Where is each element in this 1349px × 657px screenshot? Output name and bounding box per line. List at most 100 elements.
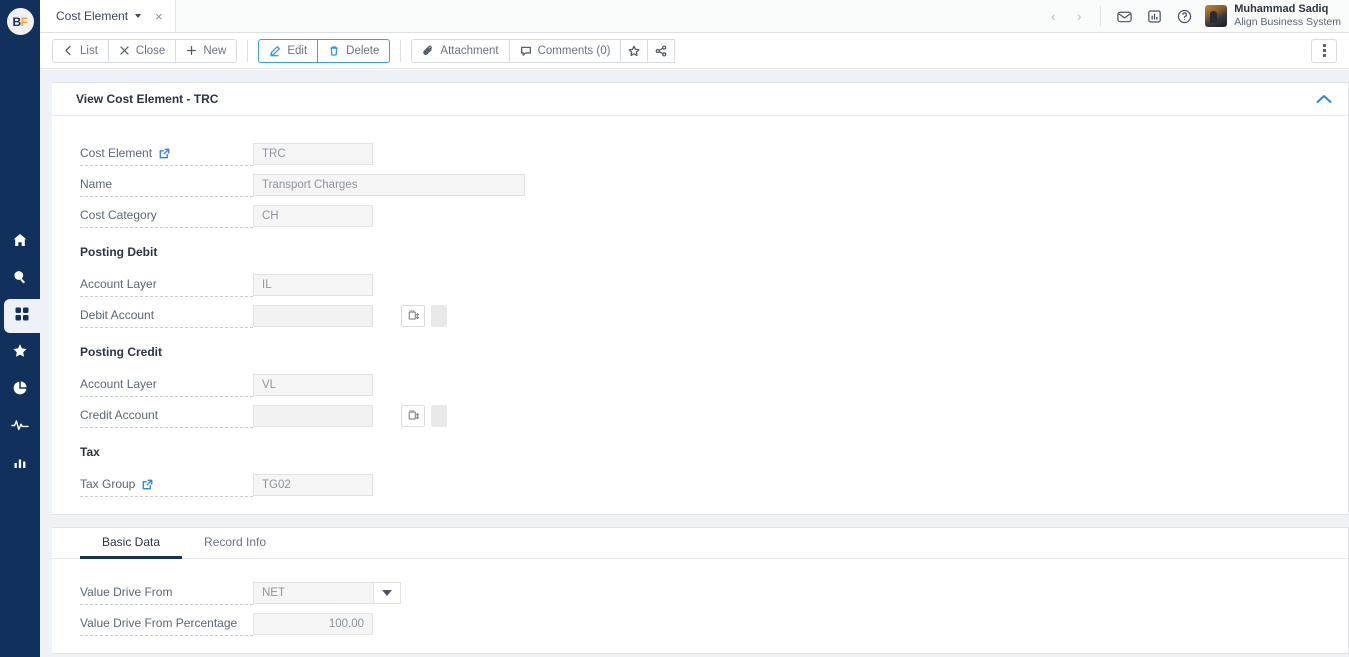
logo-letter-b: B (12, 14, 21, 29)
chevron-down-icon[interactable] (135, 14, 142, 18)
edit-button-label: Edit (287, 44, 308, 57)
chevron-up-icon[interactable] (1316, 94, 1332, 104)
help-icon[interactable] (1169, 0, 1199, 33)
list-button-label: List (80, 44, 98, 57)
star-icon (12, 343, 28, 364)
dropdown-arrow-icon[interactable] (373, 581, 401, 604)
delete-button[interactable]: Delete (317, 38, 391, 63)
user-profile[interactable]: Muhammad Sadiq Align Business System (1205, 3, 1341, 28)
record-nav-button-group: List Close New (52, 38, 238, 63)
credit-account-input[interactable] (253, 404, 373, 427)
field-row-credit-account-layer: Account Layer VL (80, 369, 1348, 400)
tab-record-info-label: Record Info (204, 535, 267, 549)
close-icon[interactable]: × (155, 10, 163, 23)
value-drive-from-select[interactable]: NET (253, 581, 401, 604)
edit-button[interactable]: Edit (258, 38, 319, 63)
favorite-button[interactable] (620, 38, 649, 63)
debit-account-layer-input[interactable]: IL (253, 273, 373, 296)
sidebar-item-favorites[interactable] (3, 336, 37, 370)
sidebar-item-apps[interactable] (4, 299, 40, 333)
credit-account-label: Credit Account (80, 408, 159, 422)
sidebar-item-search[interactable] (3, 262, 37, 296)
field-row-credit-account: Credit Account (80, 400, 1348, 431)
cost-category-label: Cost Category (80, 208, 157, 222)
field-row-tax-group: Tax Group TG02 (80, 469, 1348, 500)
search-icon (12, 269, 28, 290)
sidebar-item-home[interactable] (3, 225, 37, 259)
debit-account-input[interactable] (253, 304, 373, 327)
page-canvas: View Cost Element - TRC Cost Element TRC (40, 70, 1349, 657)
debit-account-lookup-icon[interactable] (401, 304, 425, 327)
logo-letter-f: F (20, 14, 28, 29)
detail-tabs-panel: Basic Data Record Info Value Drive From … (52, 527, 1349, 654)
field-row-debit-account-layer: Account Layer IL (80, 269, 1348, 300)
tax-group-label-wrap: Tax Group (80, 473, 253, 497)
new-button[interactable]: New (175, 38, 238, 63)
cost-category-input[interactable]: CH (253, 204, 373, 227)
tax-group-input[interactable]: TG02 (253, 473, 373, 496)
sidebar-item-activity[interactable] (3, 410, 37, 444)
tax-heading: Tax (80, 445, 100, 459)
panel-body: Cost Element TRC Name Transport Charges … (52, 116, 1348, 514)
tax-group-label: Tax Group (80, 477, 136, 491)
cost-element-panel: View Cost Element - TRC Cost Element TRC (52, 82, 1349, 515)
value-drive-from-value[interactable]: NET (253, 581, 373, 604)
kebab-dot (1322, 49, 1326, 52)
value-drive-from-percentage-input[interactable]: 100.00 (253, 612, 373, 635)
kebab-icon[interactable] (1311, 38, 1337, 63)
pulse-icon (11, 417, 29, 438)
header-spacer (176, 0, 1041, 32)
left-nav-rail: BF (0, 0, 40, 657)
list-button[interactable]: List (52, 38, 109, 63)
debit-account-secondary-button[interactable] (431, 304, 447, 327)
document-tab-strip: Cost Element × (40, 0, 176, 32)
sidebar-item-reports[interactable] (3, 373, 37, 407)
comments-button[interactable]: Comments (0) (508, 38, 622, 63)
grid-icon (14, 306, 30, 327)
credit-account-lookup-icon[interactable] (401, 404, 425, 427)
debit-account-layer-label: Account Layer (80, 277, 157, 291)
document-tab-cost-element[interactable]: Cost Element × (40, 0, 176, 32)
credit-account-layer-input[interactable]: VL (253, 373, 373, 396)
name-label: Name (80, 177, 113, 191)
field-row-debit-account: Debit Account (80, 300, 1348, 331)
attachment-button[interactable]: Attachment (411, 38, 510, 63)
value-drive-from-label: Value Drive From (80, 585, 173, 599)
tab-basic-data-label: Basic Data (102, 535, 161, 549)
comments-button-label: Comments (0) (537, 44, 611, 57)
cost-category-label-wrap: Cost Category (80, 204, 253, 228)
debit-account-layer-label-wrap: Account Layer (80, 273, 253, 297)
next-record-button[interactable]: › (1066, 0, 1092, 33)
header-divider (1100, 6, 1102, 26)
field-row-value-drive-from: Value Drive From NET (80, 577, 1348, 608)
prev-record-button[interactable]: ‹ (1040, 0, 1066, 33)
sidebar-item-analytics[interactable] (3, 447, 37, 481)
tab-record-info[interactable]: Record Info (182, 528, 288, 559)
user-text-block: Muhammad Sadiq Align Business System (1234, 3, 1341, 28)
avatar (1205, 5, 1228, 27)
close-button[interactable]: Close (107, 38, 177, 63)
credit-account-layer-label-wrap: Account Layer (80, 373, 253, 397)
kebab-dot (1322, 44, 1326, 47)
credit-account-secondary-button[interactable] (431, 404, 447, 427)
triangle-glyph (382, 589, 392, 596)
pie-chart-icon (12, 380, 28, 401)
share-button[interactable] (647, 38, 676, 63)
name-label-wrap: Name (80, 173, 253, 197)
mail-icon[interactable] (1109, 0, 1139, 33)
chart-icon[interactable] (1139, 0, 1169, 33)
field-row-value-drive-from-percentage: Value Drive From Percentage 100.00 (80, 608, 1348, 639)
app-logo[interactable]: BF (6, 8, 34, 35)
cost-element-label-wrap: Cost Element (80, 142, 253, 166)
bar-chart-icon (12, 454, 28, 475)
external-link-icon[interactable] (159, 148, 170, 159)
home-icon (12, 232, 28, 253)
cost-element-input[interactable]: TRC (253, 142, 373, 165)
field-row-cost-category: Cost Category CH (80, 200, 1348, 231)
name-input[interactable]: Transport Charges (253, 173, 525, 196)
value-drive-from-percentage-label-wrap: Value Drive From Percentage (80, 612, 253, 636)
value-drive-from-label-wrap: Value Drive From (80, 581, 253, 605)
external-link-icon[interactable] (142, 479, 153, 490)
detail-tab-strip: Basic Data Record Info (52, 528, 1348, 559)
tab-basic-data[interactable]: Basic Data (80, 528, 183, 559)
